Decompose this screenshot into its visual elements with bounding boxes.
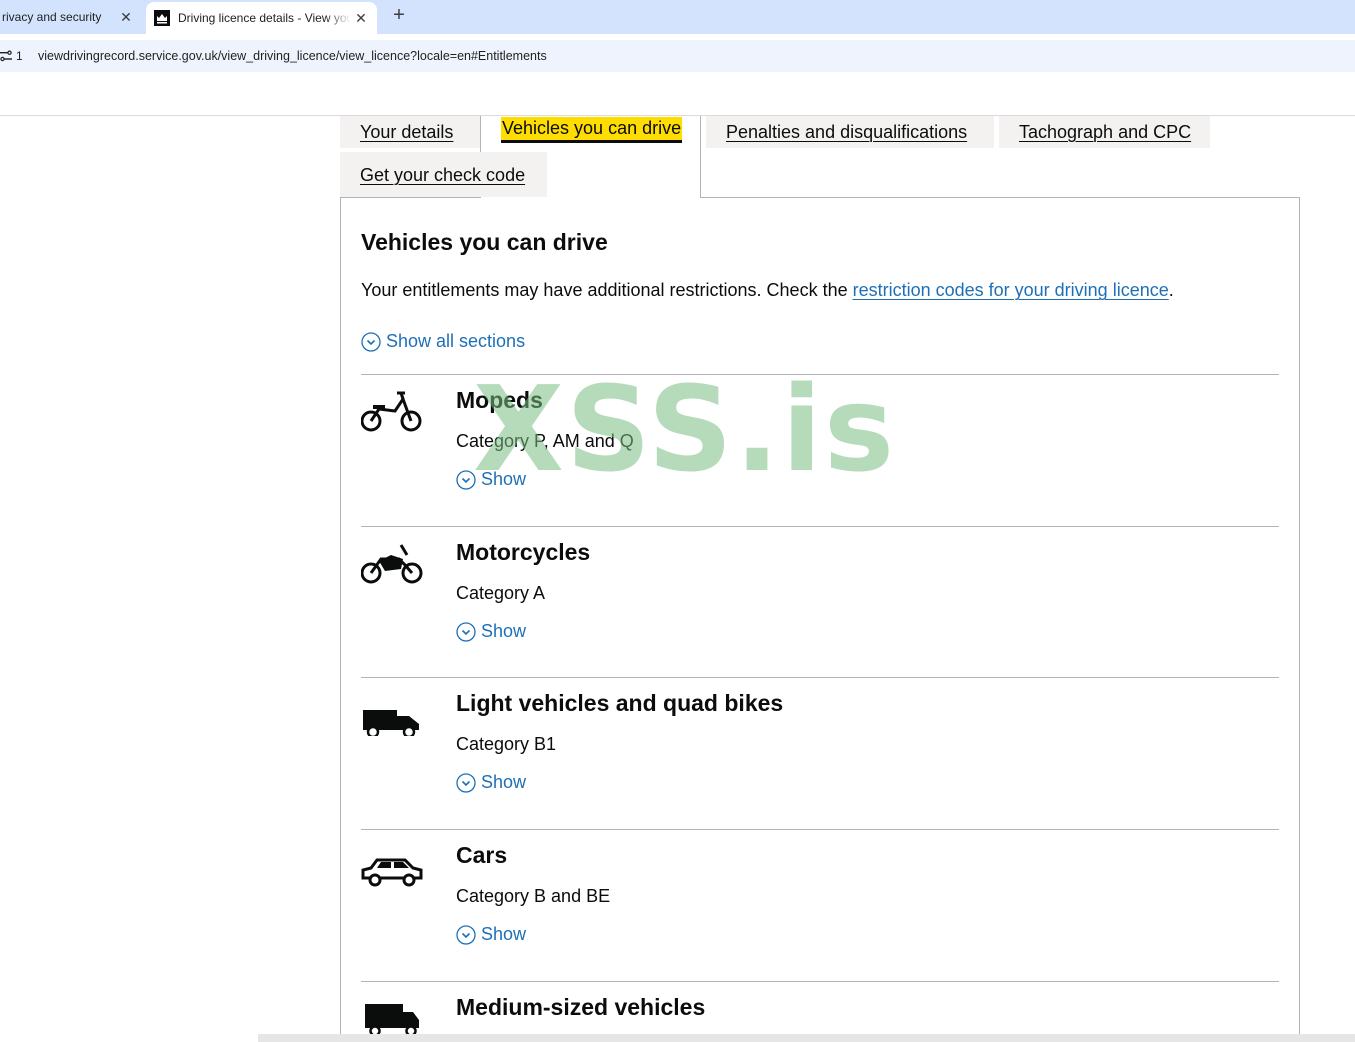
address-bar[interactable]: 1 viewdrivingrecord.service.gov.uk/view_…	[0, 40, 1355, 72]
motorcycle-icon	[361, 544, 423, 584]
section-category: Category B and BE	[456, 886, 611, 906]
tune-icon	[0, 50, 12, 62]
site-info-button[interactable]: 1	[0, 49, 38, 63]
moped-icon	[361, 391, 422, 432]
section-title: Cars	[456, 842, 508, 868]
panel-border	[340, 197, 481, 198]
tab-your-details-link[interactable]: Your details	[360, 122, 453, 143]
section-medium-vehicles: Medium-sized vehicles	[361, 982, 1279, 1034]
close-icon[interactable]: ✕	[116, 9, 136, 26]
browser-tab-strip: rivacy and security ✕ Driving licence de…	[0, 0, 1355, 34]
tab-your-details[interactable]: Your details	[340, 116, 480, 148]
taskbar-left-area	[0, 1034, 258, 1042]
show-label: Show	[481, 772, 527, 792]
tab-check-code[interactable]: Get your check code	[340, 152, 547, 198]
url-text[interactable]: viewdrivingrecord.service.gov.uk/view_dr…	[38, 49, 547, 63]
intro-text-end: .	[1168, 280, 1174, 300]
show-motorcycles-button[interactable]: Show	[456, 621, 526, 642]
browser-tab-driving-licence[interactable]: Driving licence details - View your driv…	[146, 2, 377, 34]
intro-text: Your entitlements may have additional re…	[361, 280, 1174, 301]
section-motorcycles: Motorcycles Category A Show	[361, 527, 1279, 677]
chevron-down-icon	[361, 331, 381, 352]
tab-tachograph[interactable]: Tachograph and CPC	[999, 116, 1210, 148]
section-category: Category P, AM and Q	[456, 431, 634, 451]
section-mopeds: Mopeds Category P, AM and Q Show	[361, 375, 1279, 525]
tab-title: rivacy and security	[2, 10, 102, 24]
car-icon	[361, 858, 423, 887]
tab-penalties-link[interactable]: Penalties and disqualifications	[726, 122, 967, 143]
section-title: Light vehicles and quad bikes	[456, 690, 784, 716]
panel-border	[700, 197, 1300, 198]
crown-icon	[154, 10, 170, 26]
show-label: Show	[481, 469, 527, 489]
chevron-down-icon	[456, 924, 476, 945]
section-title: Mopeds	[456, 387, 543, 413]
medium-vehicle-icon	[365, 1004, 419, 1034]
light-vehicle-icon	[363, 710, 419, 736]
show-cars-button[interactable]: Show	[456, 924, 526, 945]
tab-title: Driving licence details - View your driv…	[178, 11, 351, 25]
show-label: Show	[481, 621, 527, 641]
chevron-down-icon	[456, 621, 476, 642]
chevron-down-icon	[456, 469, 476, 490]
section-category: Category A	[456, 583, 546, 603]
show-label: Show	[481, 924, 527, 944]
section-category: Category B1	[456, 734, 557, 754]
section-light-vehicles: Light vehicles and quad bikes Category B…	[361, 678, 1279, 828]
restriction-codes-link[interactable]: restriction codes for your driving licen…	[853, 280, 1169, 300]
tab-check-code-link[interactable]: Get your check code	[360, 165, 525, 186]
tab-vehicles-link[interactable]: Vehicles you can drive	[501, 117, 683, 140]
section-cars: Cars Category B and BE Show	[361, 830, 1279, 980]
tab-penalties[interactable]: Penalties and disqualifications	[706, 116, 994, 148]
chevron-down-icon	[456, 772, 476, 793]
tab-tachograph-link[interactable]: Tachograph and CPC	[1019, 122, 1191, 143]
browser-toolbar: 1 viewdrivingrecord.service.gov.uk/view_…	[0, 34, 1355, 76]
new-tab-button[interactable]: +	[388, 4, 410, 28]
section-title: Medium-sized vehicles	[456, 994, 706, 1020]
show-all-sections-button[interactable]: Show all sections	[361, 331, 525, 352]
section-title: Motorcycles	[456, 539, 591, 565]
show-light-vehicles-button[interactable]: Show	[456, 772, 526, 793]
site-info-count: 1	[16, 49, 23, 63]
show-mopeds-button[interactable]: Show	[456, 469, 526, 490]
intro-text-start: Your entitlements may have additional re…	[361, 280, 853, 300]
close-icon[interactable]: ✕	[351, 10, 371, 27]
panel-heading: Vehicles you can drive	[361, 229, 608, 255]
browser-tab-privacy[interactable]: rivacy and security ✕	[0, 0, 142, 34]
show-all-label: Show all sections	[386, 331, 526, 351]
